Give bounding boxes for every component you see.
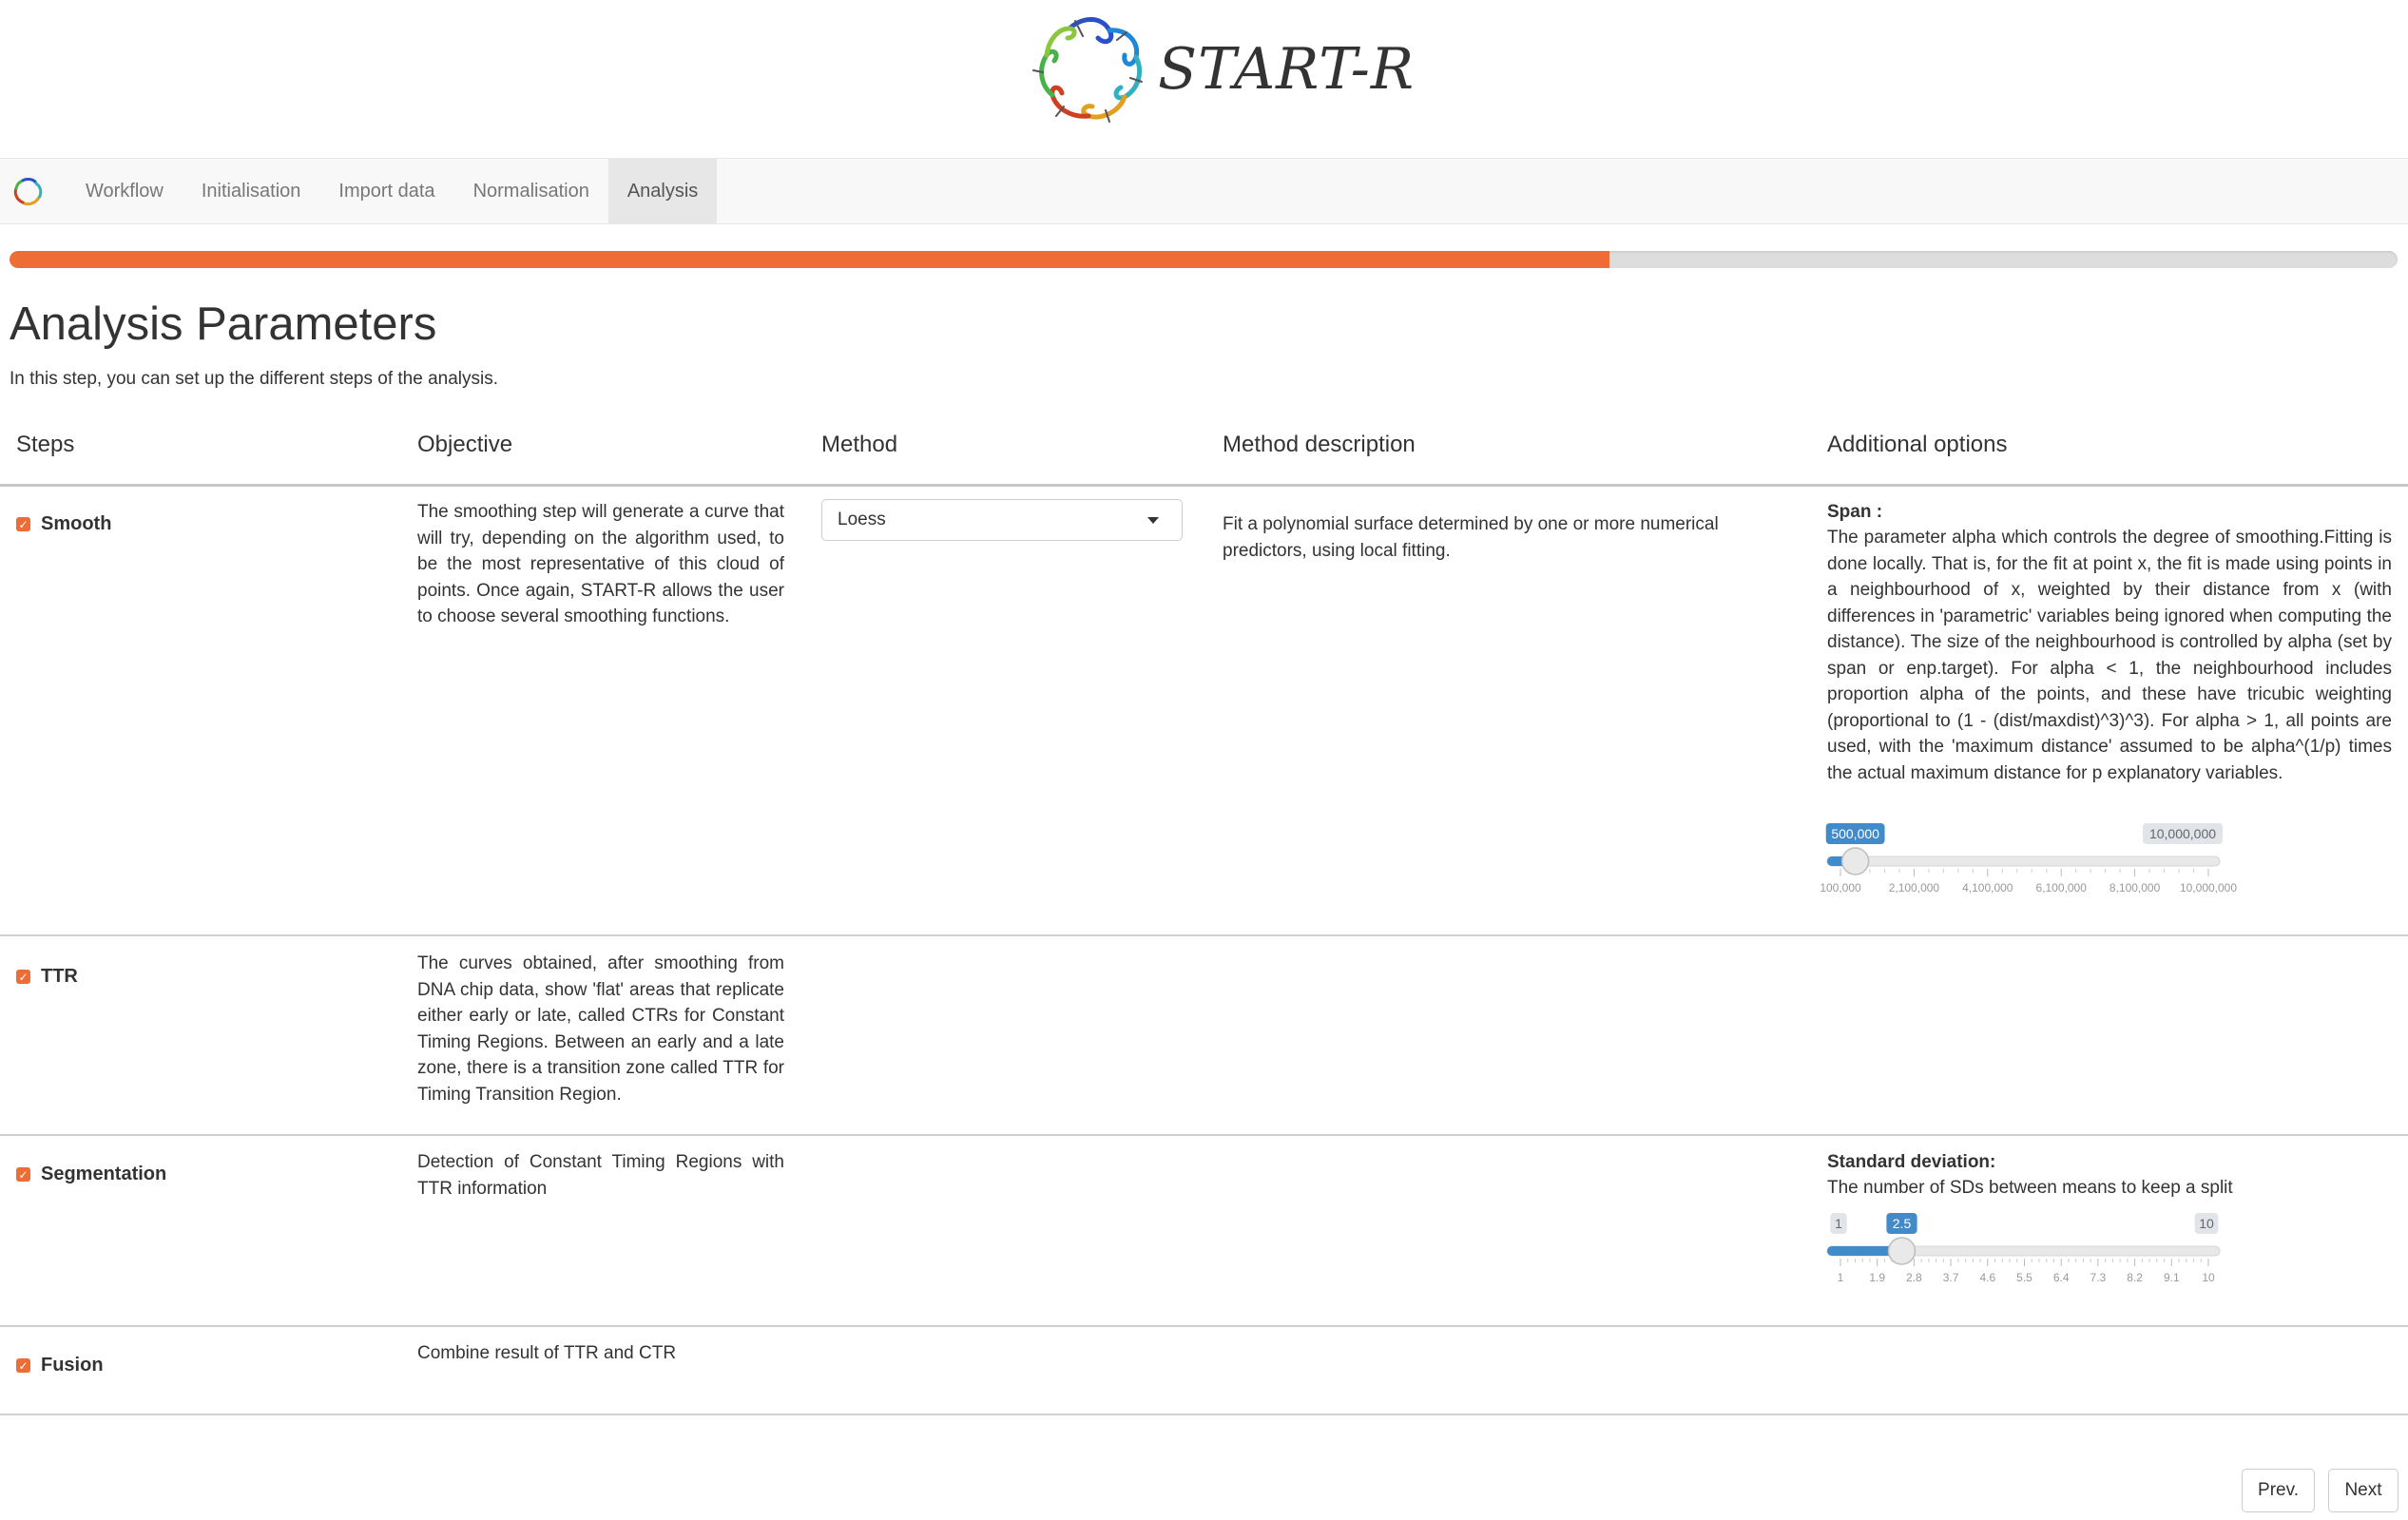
slider-tick-label: 100,000 (1820, 881, 1861, 895)
fusion-objective: Combine result of TTR and CTR (417, 1343, 677, 1363)
nav-tab-workflow[interactable]: Workflow (67, 159, 183, 223)
column-header-method: Method (821, 432, 898, 457)
slider-tick-label: 9.1 (2164, 1271, 2180, 1284)
brand-logo-icon[interactable] (11, 176, 44, 208)
sd-slider-graphic[interactable]: 1 1.9 2.8 3.7 4.6 5.5 6.4 7.3 8.2 9.1 10 1 10 2.5 (1823, 1213, 2223, 1299)
workflow-progress-bar (10, 251, 2398, 268)
fusion-checkbox[interactable]: ✓ (16, 1358, 30, 1373)
smooth-objective: The smoothing step will generate a curve… (417, 502, 784, 626)
nav-tab-normalisation[interactable]: Normalisation (454, 159, 608, 223)
smooth-checkbox[interactable]: ✓ (16, 517, 30, 531)
slider-tick-label: 8,100,000 (2109, 881, 2161, 895)
navbar: Workflow Initialisation Import data Norm… (0, 158, 2408, 224)
step-ttr[interactable]: ✓ TTR (16, 966, 78, 988)
app-logo: START-R (1031, 11, 1415, 127)
slider-tick-label: 7.3 (2090, 1271, 2107, 1284)
table-bottom-divider (0, 1414, 2408, 1415)
slider-tick-label: 6,100,000 (2036, 881, 2088, 895)
slider-max-label: 10,000,000 (2149, 826, 2216, 841)
step-fusion[interactable]: ✓ Fusion (16, 1355, 104, 1376)
column-header-method-description: Method description (1223, 432, 1416, 457)
step-segmentation[interactable]: ✓ Segmentation (16, 1164, 166, 1185)
column-header-additional-options: Additional options (1827, 432, 2008, 457)
column-header-objective: Objective (417, 432, 513, 457)
slider-tick-label: 10,000,000 (2180, 881, 2237, 895)
slider-tick-label: 4.6 (1979, 1271, 1995, 1284)
page-intro: In this step, you can set up the differe… (10, 369, 499, 389)
slider-tick-label: 1 (1838, 1271, 1844, 1284)
step-segmentation-label: Segmentation (41, 1164, 167, 1184)
slider-tick-label: 8.2 (2127, 1271, 2143, 1284)
page-title: Analysis Parameters (10, 298, 437, 350)
chevron-down-icon (1147, 517, 1159, 524)
app-title: START-R (1158, 36, 1416, 103)
protein-ring-logo-icon (1032, 17, 1143, 123)
slider-tick-label: 5.5 (2016, 1271, 2032, 1284)
slider-tick-label: 2.8 (1906, 1271, 1922, 1284)
slider-track (1826, 856, 2221, 867)
span-option-title: Span : (1827, 502, 1883, 522)
nav-tabs: Workflow Initialisation Import data Norm… (67, 159, 718, 223)
ttr-checkbox[interactable]: ✓ (16, 970, 30, 984)
next-button[interactable]: Next (2328, 1469, 2398, 1512)
smooth-method-value: Loess (838, 510, 886, 529)
sd-option-description: The number of SDs between means to keep … (1827, 1178, 2233, 1198)
slider-max-label: 10 (2199, 1216, 2214, 1231)
slider-handle (1887, 1237, 1917, 1265)
prev-button[interactable]: Prev. (2242, 1469, 2315, 1512)
smooth-method-select[interactable]: Loess (821, 499, 1183, 541)
row-divider (0, 1134, 2408, 1136)
slider-min-label: 1 (1835, 1216, 1842, 1231)
column-header-steps: Steps (16, 432, 75, 457)
slider-tick-label: 1.9 (1869, 1271, 1885, 1284)
segmentation-objective: Detection of Constant Timing Regions wit… (417, 1152, 784, 1199)
slider-handle (1840, 847, 1870, 875)
span-option-description: The parameter alpha which controls the d… (1827, 528, 2392, 783)
smooth-method-description: Fit a polynomial surface determined by o… (1223, 514, 1719, 561)
workflow-progress-fill (10, 251, 1610, 268)
slider-tick-label: 3.7 (1943, 1271, 1959, 1284)
nav-tab-initialisation[interactable]: Initialisation (183, 159, 320, 223)
ttr-objective: The curves obtained, after smoothing fro… (417, 953, 784, 1105)
slider-value-label: 2.5 (1893, 1216, 1912, 1231)
sd-option-title: Standard deviation: (1827, 1152, 1996, 1172)
slider-value-label: 500,000 (1831, 826, 1879, 841)
row-divider (0, 934, 2408, 936)
row-divider (0, 1325, 2408, 1327)
nav-tab-import-data[interactable]: Import data (319, 159, 453, 223)
app-header: START-R (0, 0, 2408, 158)
slider-tick-label: 6.4 (2053, 1271, 2070, 1284)
segmentation-checkbox[interactable]: ✓ (16, 1167, 30, 1182)
step-ttr-label: TTR (41, 966, 78, 987)
span-slider[interactable]: 100,000 2,100,000 4,100,000 6,100,000 8,100,… (1820, 823, 2237, 909)
slider-tick-label: 10 (2202, 1271, 2215, 1284)
span-slider-graphic[interactable]: 100,000 2,100,000 4,100,000 6,100,000 8,100,… (1820, 823, 2237, 909)
nav-tab-analysis[interactable]: Analysis (607, 159, 718, 223)
step-smooth[interactable]: ✓ Smooth (16, 513, 111, 535)
step-smooth-label: Smooth (41, 513, 112, 534)
slider-tick-label: 2,100,000 (1889, 881, 1940, 895)
table-header-divider (0, 484, 2408, 487)
step-fusion-label: Fusion (41, 1355, 104, 1376)
slider-tick-label: 4,100,000 (1962, 881, 2013, 895)
sd-slider[interactable]: 1 1.9 2.8 3.7 4.6 5.5 6.4 7.3 8.2 9.1 10 1 10 2.5 (1823, 1213, 2223, 1299)
